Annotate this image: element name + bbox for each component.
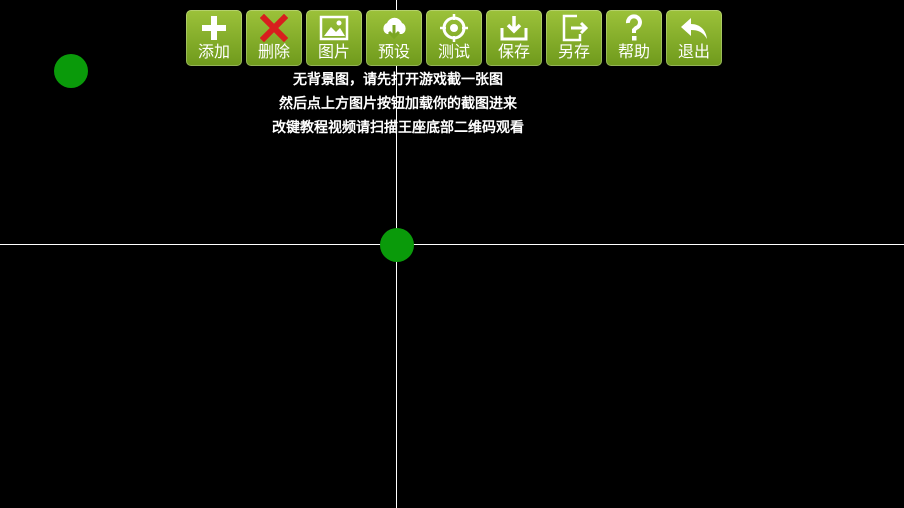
test-button-label: 测试 bbox=[437, 42, 470, 61]
key-mapping-canvas[interactable]: 添加 删除 图片 预设 测试 保存 另存 帮助 退出 无背景图，请先打开游戏截一… bbox=[0, 0, 904, 508]
save-button[interactable]: 保存 bbox=[486, 10, 542, 66]
plus-icon bbox=[199, 14, 229, 42]
exit-button[interactable]: 退出 bbox=[666, 10, 722, 66]
target-icon bbox=[439, 14, 469, 42]
instruction-line-1: 无背景图，请先打开游戏截一张图 bbox=[293, 72, 503, 88]
instruction-line-2: 然后点上方图片按钮加载你的截图进来 bbox=[279, 96, 517, 112]
instruction-text: 无背景图，请先打开游戏截一张图 然后点上方图片按钮加载你的截图进来 改键教程视频… bbox=[0, 68, 796, 140]
delete-button-label: 删除 bbox=[257, 42, 290, 61]
image-button-label: 图片 bbox=[317, 42, 350, 61]
question-icon bbox=[619, 14, 649, 42]
back-arrow-icon bbox=[679, 14, 709, 42]
image-button[interactable]: 图片 bbox=[306, 10, 362, 66]
save-button-label: 保存 bbox=[497, 42, 530, 61]
save-tray-icon bbox=[499, 14, 529, 42]
delete-button[interactable]: 删除 bbox=[246, 10, 302, 66]
save-as-button[interactable]: 另存 bbox=[546, 10, 602, 66]
export-icon bbox=[559, 14, 589, 42]
add-button[interactable]: 添加 bbox=[186, 10, 242, 66]
cloud-download-icon bbox=[379, 14, 409, 42]
crosshair-horizontal-line bbox=[0, 244, 904, 245]
save-as-button-label: 另存 bbox=[557, 42, 590, 61]
preset-button[interactable]: 预设 bbox=[366, 10, 422, 66]
preset-button-label: 预设 bbox=[377, 42, 410, 61]
toolbar: 添加 删除 图片 预设 测试 保存 另存 帮助 退出 bbox=[186, 10, 722, 66]
help-button-label: 帮助 bbox=[617, 42, 650, 61]
help-button[interactable]: 帮助 bbox=[606, 10, 662, 66]
image-icon bbox=[319, 14, 349, 42]
key-marker-center[interactable] bbox=[380, 228, 414, 262]
close-icon bbox=[259, 14, 289, 42]
add-button-label: 添加 bbox=[197, 42, 230, 61]
exit-button-label: 退出 bbox=[677, 42, 710, 61]
instruction-line-3: 改键教程视频请扫描王座底部二维码观看 bbox=[272, 120, 524, 136]
test-button[interactable]: 测试 bbox=[426, 10, 482, 66]
